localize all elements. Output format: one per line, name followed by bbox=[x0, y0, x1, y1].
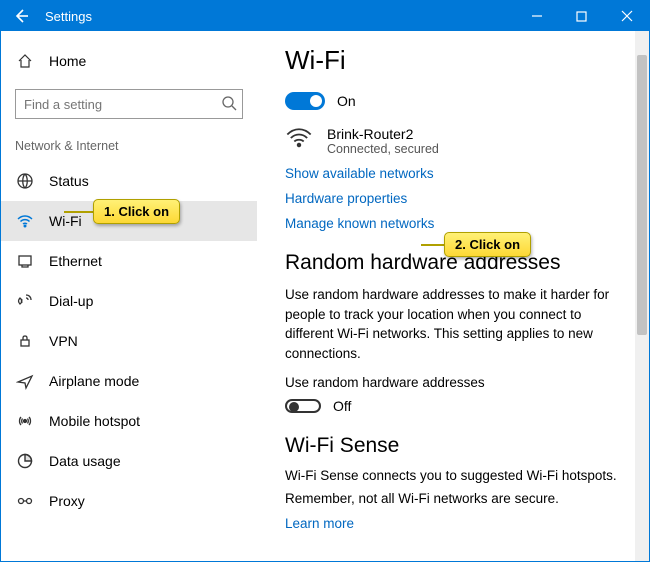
section-random-body: Use random hardware addresses to make it… bbox=[285, 285, 623, 363]
ethernet-icon bbox=[15, 251, 35, 271]
sidebar-section-label: Network & Internet bbox=[1, 135, 257, 161]
window-title: Settings bbox=[45, 9, 92, 24]
random-toggle-caption: Use random hardware addresses bbox=[285, 375, 623, 390]
sidebar-item-status[interactable]: Status bbox=[1, 161, 257, 201]
sidebar-item-label: Ethernet bbox=[49, 253, 102, 269]
sidebar-item-vpn[interactable]: VPN bbox=[1, 321, 257, 361]
sidebar-item-label: Wi-Fi bbox=[49, 213, 82, 229]
vpn-icon bbox=[15, 331, 35, 351]
wifi-signal-icon bbox=[285, 126, 313, 150]
close-icon bbox=[621, 10, 633, 22]
proxy-icon bbox=[15, 491, 35, 511]
status-icon bbox=[15, 171, 35, 191]
minimize-icon bbox=[531, 10, 543, 22]
wifi-sense-line2: Remember, not all Wi-Fi networks are sec… bbox=[285, 491, 623, 506]
sidebar-item-airplane[interactable]: Airplane mode bbox=[1, 361, 257, 401]
content-wrap: Wi-Fi On Brink-Router2 Connected, secure… bbox=[257, 31, 649, 561]
page-title: Wi-Fi bbox=[285, 45, 623, 76]
sidebar-item-label: Dial-up bbox=[49, 293, 93, 309]
random-toggle-row: Off bbox=[285, 398, 623, 414]
annotation-1: 1. Click on bbox=[93, 199, 180, 224]
sidebar-item-hotspot[interactable]: Mobile hotspot bbox=[1, 401, 257, 441]
random-toggle[interactable] bbox=[285, 399, 321, 413]
wifi-toggle[interactable] bbox=[285, 92, 325, 110]
scrollbar-thumb[interactable] bbox=[637, 55, 647, 335]
link-learn-more[interactable]: Learn more bbox=[285, 516, 623, 531]
search-input[interactable] bbox=[15, 89, 243, 119]
wifi-toggle-row: On bbox=[285, 92, 623, 110]
sidebar-item-label: Proxy bbox=[49, 493, 85, 509]
current-network[interactable]: Brink-Router2 Connected, secured bbox=[285, 126, 623, 156]
link-show-available-networks[interactable]: Show available networks bbox=[285, 166, 623, 181]
window-controls bbox=[514, 1, 649, 31]
sidebar-item-ethernet[interactable]: Ethernet bbox=[1, 241, 257, 281]
annotation-2: 2. Click on bbox=[444, 232, 531, 257]
maximize-button[interactable] bbox=[559, 1, 604, 31]
data-usage-icon bbox=[15, 451, 35, 471]
sidebar-item-proxy[interactable]: Proxy bbox=[1, 481, 257, 521]
network-name: Brink-Router2 bbox=[327, 126, 439, 142]
sidebar-item-label: VPN bbox=[49, 333, 78, 349]
section-wifi-sense-title: Wi-Fi Sense bbox=[285, 434, 623, 458]
sidebar-home[interactable]: Home bbox=[1, 43, 257, 79]
dialup-icon bbox=[15, 291, 35, 311]
minimize-button[interactable] bbox=[514, 1, 559, 31]
content[interactable]: Wi-Fi On Brink-Router2 Connected, secure… bbox=[257, 31, 649, 561]
home-icon bbox=[15, 53, 35, 69]
sidebar: Home Network & Internet Status Wi-Fi bbox=[1, 31, 257, 561]
scrollbar[interactable] bbox=[635, 31, 649, 561]
arrow-left-icon bbox=[13, 8, 29, 24]
sidebar-item-dialup[interactable]: Dial-up bbox=[1, 281, 257, 321]
sidebar-home-label: Home bbox=[49, 53, 86, 69]
link-manage-known-networks[interactable]: Manage known networks bbox=[285, 216, 623, 231]
hotspot-icon bbox=[15, 411, 35, 431]
body: Home Network & Internet Status Wi-Fi bbox=[1, 31, 649, 561]
sidebar-item-label: Mobile hotspot bbox=[49, 413, 140, 429]
network-status: Connected, secured bbox=[327, 142, 439, 156]
airplane-icon bbox=[15, 371, 35, 391]
link-hardware-properties[interactable]: Hardware properties bbox=[285, 191, 623, 206]
maximize-icon bbox=[576, 11, 587, 22]
search-wrap bbox=[15, 89, 243, 119]
callout-line-1 bbox=[64, 211, 94, 213]
callout-line-2 bbox=[421, 244, 445, 246]
wifi-toggle-label: On bbox=[337, 93, 356, 109]
sidebar-item-label: Status bbox=[49, 173, 89, 189]
wifi-sense-line1: Wi-Fi Sense connects you to suggested Wi… bbox=[285, 468, 623, 483]
titlebar: Settings bbox=[1, 1, 649, 31]
settings-window: Settings Home bbox=[0, 0, 650, 562]
back-button[interactable] bbox=[1, 1, 41, 31]
sidebar-item-data[interactable]: Data usage bbox=[1, 441, 257, 481]
close-button[interactable] bbox=[604, 1, 649, 31]
sidebar-item-label: Data usage bbox=[49, 453, 121, 469]
sidebar-item-label: Airplane mode bbox=[49, 373, 139, 389]
random-toggle-label: Off bbox=[333, 398, 351, 414]
wifi-icon bbox=[15, 211, 35, 231]
